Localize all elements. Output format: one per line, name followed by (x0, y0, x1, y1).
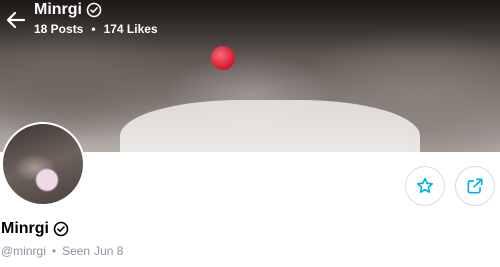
seen-label: Seen (62, 244, 91, 258)
meta-separator: • (51, 244, 57, 258)
header-name-row: Minrgi (34, 1, 158, 19)
cover-accent-shape (211, 46, 235, 70)
profile-name-row: Minrgi (1, 220, 69, 238)
profile-meta: @minrgi • Seen Jun 8 (1, 244, 123, 258)
seen-date: Jun 8 (94, 244, 124, 258)
header-stats: 18 Posts • 174 Likes (34, 22, 158, 36)
favorite-button[interactable] (405, 166, 445, 206)
cover-fabric-shape (120, 100, 420, 152)
profile-name: Minrgi (1, 220, 49, 237)
likes-count: 174 Likes (103, 22, 158, 36)
stats-separator: • (91, 22, 96, 36)
header-name: Minrgi (34, 1, 82, 18)
username: @minrgi (1, 244, 46, 258)
arrow-left-icon (6, 11, 26, 29)
posts-count: 18 Posts (34, 22, 84, 36)
verified-badge-icon (53, 221, 69, 237)
back-button[interactable] (4, 8, 28, 32)
header-info: Minrgi 18 Posts • 174 Likes (34, 1, 158, 36)
avatar[interactable] (1, 122, 85, 206)
verified-badge-icon (86, 2, 102, 18)
star-icon (417, 177, 433, 193)
share-button[interactable] (455, 166, 495, 206)
share-icon (467, 178, 483, 194)
